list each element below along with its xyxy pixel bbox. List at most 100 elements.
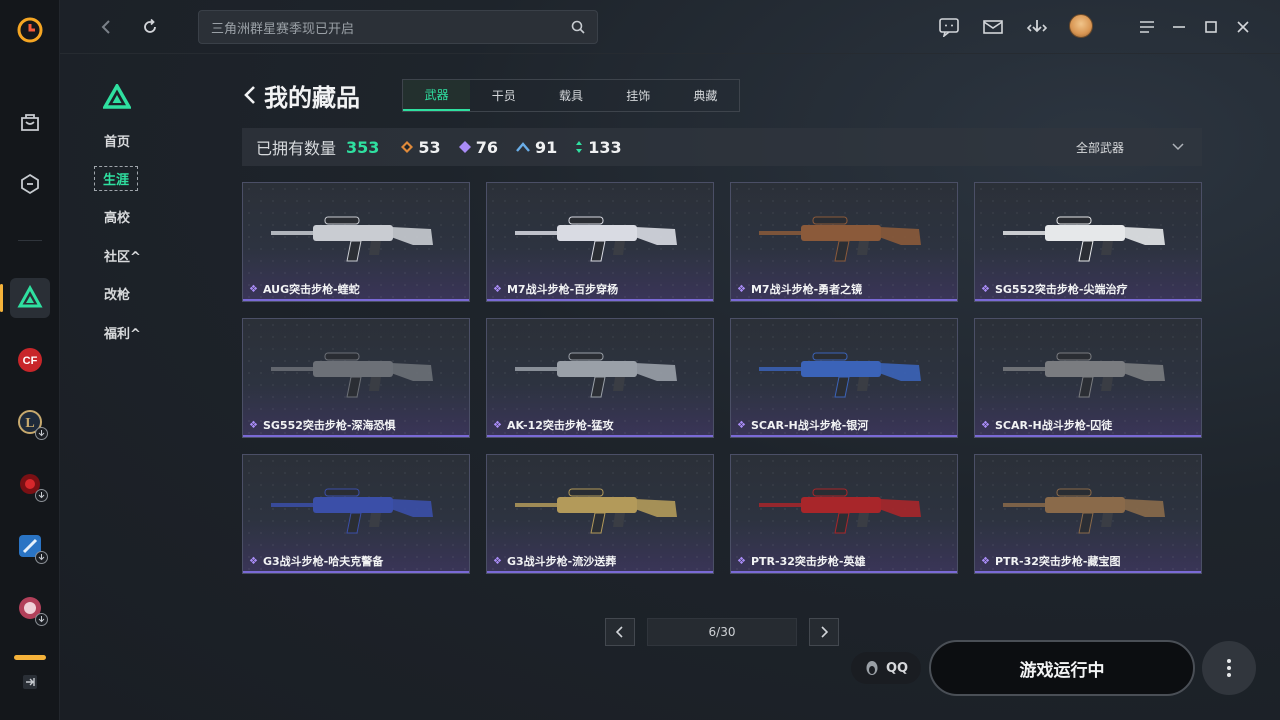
prev-page-button[interactable]: [605, 618, 635, 646]
collapse-dock-icon[interactable]: [10, 668, 50, 696]
menu-icon[interactable]: [1134, 14, 1160, 40]
weapon-name: ❖ G3战斗步枪-流沙送葬: [493, 553, 616, 569]
weapon-name: ❖ M7战斗步枪-百步穿杨: [493, 281, 618, 297]
blue-chevron-icon: [516, 142, 530, 152]
weapon-image: [1003, 216, 1165, 262]
tab-operators[interactable]: 干员: [470, 80, 537, 111]
green-arrows-icon: [576, 141, 583, 153]
close-icon[interactable]: [1230, 14, 1256, 40]
weapon-name: ❖ SCAR-H战斗步枪-银河: [737, 417, 868, 433]
nav-gun-mods[interactable]: 改枪: [104, 284, 130, 303]
tab-charms[interactable]: 挂饰: [605, 80, 672, 111]
game-running-button[interactable]: 游戏运行中: [929, 640, 1195, 696]
weapon-image: [271, 352, 433, 398]
rarity-underline: [731, 435, 957, 437]
tab-collection[interactable]: 典藏: [672, 80, 739, 111]
rarity-icon: ❖: [493, 283, 502, 295]
nav-university[interactable]: 高校: [104, 207, 130, 226]
owned-count-total: 353: [346, 137, 380, 157]
weapon-card[interactable]: ❖ PTR-32突击步枪-英雄: [730, 454, 958, 574]
nav-career[interactable]: 生涯: [94, 166, 139, 191]
weapon-card[interactable]: ❖ G3战斗步枪-哈夫克警备: [242, 454, 470, 574]
weapon-card[interactable]: ❖ AUG突击步枪-蝰蛇: [242, 182, 470, 302]
weapon-name-text: SG552突击步枪-尖端治疗: [994, 283, 1128, 296]
tab-weapons[interactable]: 武器: [403, 80, 471, 111]
download-manager-icon[interactable]: [1024, 14, 1050, 40]
pink-game-app-icon[interactable]: [10, 588, 50, 628]
download-badge-icon: [35, 427, 48, 440]
app-logo-icon[interactable]: [10, 10, 50, 50]
rarity-underline: [243, 571, 469, 573]
mail-icon[interactable]: [980, 14, 1006, 40]
weapon-name: ❖ PTR-32突击步枪-英雄: [737, 553, 865, 569]
weapon-card[interactable]: ❖ AK-12突击步枪-猛攻: [486, 318, 714, 438]
weapon-image: [759, 216, 921, 262]
weapon-image: [1003, 488, 1165, 534]
rarity-underline: [975, 571, 1201, 573]
maximize-icon[interactable]: [1198, 14, 1224, 40]
search-input[interactable]: 三角洲群星赛季现已开启: [198, 10, 598, 44]
secondary-nav: 首页 生涯 高校 社区^ 改枪 福利^: [60, 54, 230, 720]
partial-app-icon[interactable]: [14, 655, 46, 660]
back-arrow-icon[interactable]: [93, 14, 119, 40]
blue-game-app-icon[interactable]: [10, 526, 50, 566]
weapon-card[interactable]: ❖ SG552突击步枪-尖端治疗: [974, 182, 1202, 302]
crossfire-app-icon[interactable]: CF: [10, 340, 50, 380]
rarity-underline: [975, 299, 1201, 301]
weapon-card[interactable]: ❖ SCAR-H战斗步枪-囚徒: [974, 318, 1202, 438]
rarity-icon: ❖: [249, 555, 258, 567]
app-dock: CF L: [0, 0, 60, 720]
chevron-right-icon: [821, 626, 828, 638]
filter-label: 全部武器: [1075, 140, 1124, 155]
league-app-icon[interactable]: L: [10, 402, 50, 442]
more-options-button[interactable]: [1202, 641, 1256, 695]
next-page-button[interactable]: [809, 618, 839, 646]
weapon-card[interactable]: ❖ SCAR-H战斗步枪-银河: [730, 318, 958, 438]
weapon-filter-dropdown[interactable]: 全部武器: [1076, 128, 1184, 166]
nav-community[interactable]: 社区^: [104, 246, 141, 265]
weapon-name-text: SG552突击步枪-深海恐惧: [262, 419, 396, 432]
weapon-name-text: PTR-32突击步枪-藏宝图: [994, 555, 1121, 568]
weapon-card[interactable]: ❖ PTR-32突击步枪-藏宝图: [974, 454, 1202, 574]
rarity-count: 53: [418, 137, 441, 157]
weapon-name: ❖ SCAR-H战斗步枪-囚徒: [981, 417, 1112, 433]
delta-force-app-icon[interactable]: [10, 278, 50, 318]
rarity-stat-blue: 91: [516, 138, 557, 157]
chevron-down-icon: [1172, 143, 1184, 151]
chat-icon[interactable]: [936, 14, 962, 40]
minimize-icon[interactable]: [1166, 14, 1192, 40]
red-game-app-icon[interactable]: [10, 464, 50, 504]
nav-home[interactable]: 首页: [104, 131, 130, 150]
rarity-count: 91: [534, 137, 558, 157]
download-badge-icon: [35, 613, 48, 626]
qq-button[interactable]: QQ: [851, 652, 921, 684]
main-panel: 三角洲群星赛季现已开启 首页 生涯 高校 社区^ 改枪 福利^ 我的藏品 武器 …: [60, 0, 1280, 720]
weapon-name: ❖ M7战斗步枪-勇者之镜: [737, 281, 862, 297]
weapon-card[interactable]: ❖ M7战斗步枪-勇者之镜: [730, 182, 958, 302]
qq-label: QQ: [885, 660, 909, 676]
nav-benefits[interactable]: 福利^: [104, 323, 141, 342]
tab-vehicles[interactable]: 载具: [537, 80, 604, 111]
store-icon[interactable]: [10, 102, 50, 142]
weapon-card[interactable]: ❖ SG552突击步枪-深海恐惧: [242, 318, 470, 438]
game-hub-icon[interactable]: [10, 164, 50, 204]
rarity-icon: ❖: [737, 419, 746, 431]
dock-divider: [18, 240, 42, 241]
page-indicator[interactable]: 6/30: [647, 618, 797, 646]
search-icon[interactable]: [571, 20, 585, 34]
back-chevron-icon[interactable]: [242, 84, 258, 106]
rarity-count: 76: [475, 137, 498, 157]
rarity-underline: [487, 299, 713, 301]
weapon-name-text: AK-12突击步枪-猛攻: [506, 419, 614, 432]
weapon-name-text: AUG突击步枪-蝰蛇: [262, 283, 360, 296]
user-avatar[interactable]: [1069, 14, 1093, 38]
weapon-card[interactable]: ❖ M7战斗步枪-百步穿杨: [486, 182, 714, 302]
rarity-stat-orange: 53: [401, 137, 441, 157]
weapon-name-text: M7战斗步枪-百步穿杨: [506, 283, 619, 296]
svg-text:L: L: [25, 416, 34, 431]
rarity-underline: [243, 435, 469, 437]
weapon-image: [759, 352, 921, 398]
refresh-icon[interactable]: [137, 14, 163, 40]
weapon-card[interactable]: ❖ G3战斗步枪-流沙送葬: [486, 454, 714, 574]
svg-text:CF: CF: [23, 355, 38, 367]
